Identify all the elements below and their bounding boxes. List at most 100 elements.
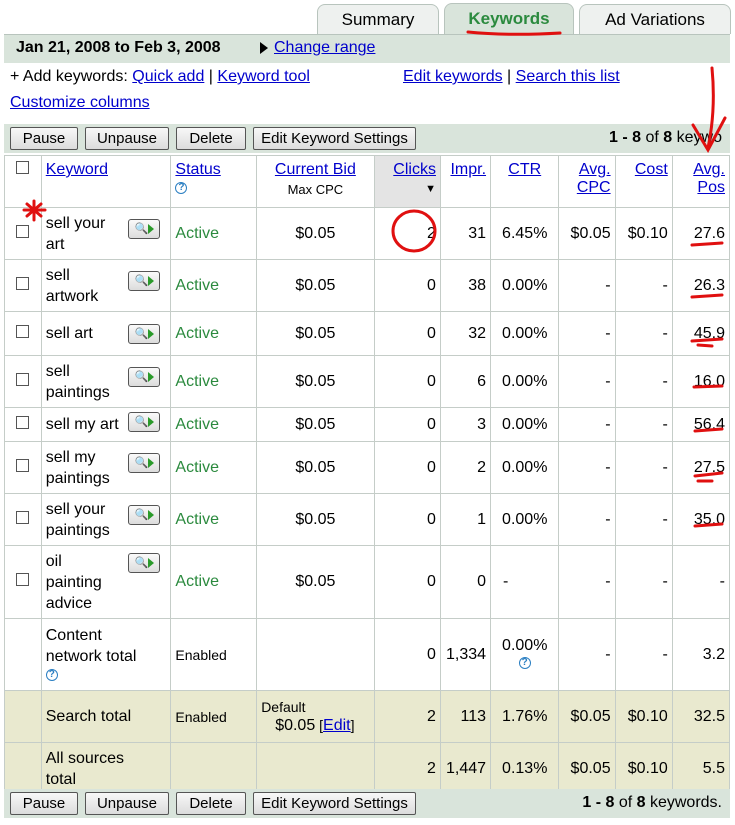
quick-add-link[interactable]: Quick add [132,68,204,85]
clicks-cell: 0 [373,407,441,442]
edit-search-row: Edit keywords | Search this list [403,68,620,86]
search-preview-icon[interactable]: 🔍 [128,504,161,525]
clicks-cell: 0 [373,545,441,619]
header-status: Status? [170,155,258,208]
sort-impr-link[interactable]: Impr. [450,161,486,178]
pos-cell: 27.5 [671,441,731,494]
cost-cell: $0.10 [614,207,673,260]
customize-columns-link[interactable]: Customize columns [10,94,150,111]
bid-cell[interactable]: $0.05 [256,407,375,442]
row-checkbox[interactable] [16,510,30,524]
sort-bid-link[interactable]: Current Bid [275,161,356,178]
sort-avg-cpc-link[interactable]: Avg. CPC [577,161,611,196]
impr-cell: 3 [439,407,492,442]
table-row: sell my art 🔍 Active $0.05 0 3 0.00% - - … [4,407,731,442]
search-preview-icon[interactable]: 🔍 [128,452,161,473]
toolbar-bottom: Pause Unpause Delete Edit Keyword Settin… [4,789,730,818]
delete-button[interactable]: Delete [176,792,246,815]
ctr-cell: 0.00% [490,311,560,356]
search-preview-icon[interactable]: 🔍 [128,218,161,239]
row-checkbox[interactable] [16,372,30,386]
cost-cell: - [614,493,673,546]
search-preview-icon[interactable]: 🔍 [128,366,161,387]
search-preview-icon[interactable]: 🔍 [128,270,161,291]
arrow-right-icon [260,42,268,54]
ctr-cell: 1.76% [490,690,560,743]
help-icon[interactable]: ? [45,669,58,682]
bid-cell[interactable]: $0.05 [256,441,375,494]
row-checkbox[interactable] [16,415,30,429]
cpc-cell: $0.05 [558,207,616,260]
ctr-cell: 6.45% [490,207,560,260]
status-cell: Active [170,441,258,494]
keyword-text: sell your art [45,214,106,253]
row-checkbox[interactable] [16,276,30,290]
table-row: sell paintings 🔍 Active $0.05 0 6 0.00% -… [4,355,731,408]
impr-cell: 1 [439,493,492,546]
ctr-cell: 0.13% [490,742,560,795]
clicks-cell: 0 [373,311,441,356]
bid-cell[interactable]: $0.05 [256,493,375,546]
status-cell: Active [170,259,258,312]
sort-cost-link[interactable]: Cost [635,161,668,178]
clicks-cell: 0 [373,618,441,691]
bid-cell[interactable]: $0.05 [256,311,375,356]
pause-button[interactable]: Pause [10,127,78,150]
impr-cell: 6 [439,355,492,408]
bid-cell[interactable]: $0.05 [256,545,375,619]
impr-cell: 2 [439,441,492,494]
unpause-button[interactable]: Unpause [85,792,169,815]
row-checkbox[interactable] [16,458,30,472]
content-total-status: Enabled [170,618,258,691]
cpc-cell: - [558,311,616,356]
cpc-cell: - [558,407,616,442]
row-checkbox[interactable] [16,224,30,238]
change-range-link[interactable]: Change range [274,39,375,57]
tab-summary[interactable]: Summary [317,4,439,34]
keyword-text: sell your paintings [45,500,110,539]
status-cell: Active [170,207,258,260]
ctr-cell: 0.00% [490,441,560,494]
keyword-text: sell paintings [45,362,110,401]
separator: | [507,68,512,85]
ctr-cell: 0.00% [490,259,560,312]
keyword-text: sell my paintings [45,448,110,487]
table-row: sell my paintings 🔍 Active $0.05 0 2 0.00… [4,441,731,494]
sort-avg-pos-link[interactable]: Avg. Pos [693,161,725,196]
sort-status-link[interactable]: Status [175,161,220,178]
header-select-all [4,155,42,208]
table-row: oil painting advice 🔍 Active $0.05 0 0 - … [4,545,731,619]
sort-clicks-link[interactable]: Clicks [393,161,436,178]
tab-keywords[interactable]: Keywords [444,3,574,35]
help-icon[interactable]: ? [518,657,531,670]
select-all-checkbox[interactable] [16,161,30,174]
date-range-bar: Jan 21, 2008 to Feb 3, 2008 Change range [4,34,730,63]
row-checkbox[interactable] [16,573,30,586]
table-row: sell artwork 🔍 Active $0.05 0 38 0.00% - … [4,259,731,312]
clicks-cell: 0 [373,259,441,312]
row-checkbox[interactable] [16,324,30,338]
unpause-button[interactable]: Unpause [85,127,169,150]
bid-cell[interactable]: $0.05 [256,259,375,312]
sort-ctr-link[interactable]: CTR [508,161,541,178]
edit-keyword-settings-button[interactable]: Edit Keyword Settings [253,792,416,815]
help-icon[interactable]: ? [175,181,188,194]
tab-ad-variations[interactable]: Ad Variations [579,4,731,34]
keyword-tool-link[interactable]: Keyword tool [217,68,310,85]
bid-cell[interactable]: $0.05 [256,207,375,260]
edit-keyword-settings-button[interactable]: Edit Keyword Settings [253,127,416,150]
search-preview-icon[interactable]: 🔍 [128,324,161,344]
table-row: sell your paintings 🔍 Active $0.05 0 1 0.… [4,493,731,546]
search-preview-icon[interactable]: 🔍 [128,552,161,573]
edit-keywords-link[interactable]: Edit keywords [403,68,503,85]
search-this-list-link[interactable]: Search this list [516,68,620,85]
delete-button[interactable]: Delete [176,127,246,150]
search-total-row: Search total Enabled Default $0.05 [Edit… [4,690,731,743]
sort-keyword-link[interactable]: Keyword [46,161,108,178]
content-total-row: Content network total? Enabled 0 1,334 0… [4,618,731,691]
edit-default-bid-link[interactable]: Edit [323,717,351,734]
pause-button[interactable]: Pause [10,792,78,815]
cpc-cell: - [558,441,616,494]
bid-cell[interactable]: $0.05 [256,355,375,408]
search-preview-icon[interactable]: 🔍 [128,412,161,432]
